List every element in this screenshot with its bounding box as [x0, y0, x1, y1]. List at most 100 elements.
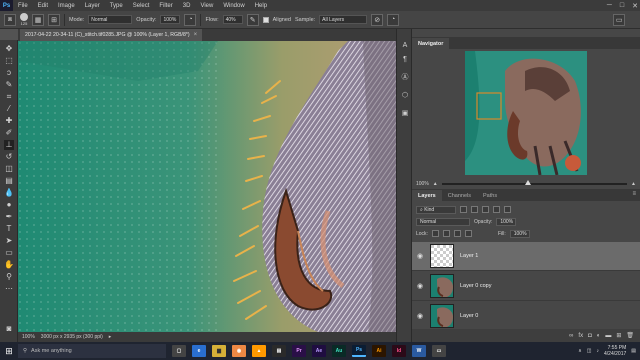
- pressure-size-icon[interactable]: ◔: [387, 13, 400, 26]
- photoshop-app[interactable]: Ps: [352, 345, 366, 357]
- menu-filter[interactable]: Filter: [154, 3, 177, 9]
- menu-file[interactable]: File: [13, 3, 33, 9]
- add-mask-icon[interactable]: ◘: [588, 333, 592, 339]
- indesign-app[interactable]: Id: [392, 345, 406, 357]
- edge-icon[interactable]: e: [192, 345, 206, 357]
- paragraph-icon[interactable]: ¶: [400, 55, 410, 65]
- status-arrow-icon[interactable]: ▸: [109, 334, 112, 340]
- quick-mask-icon[interactable]: ◙: [4, 324, 14, 334]
- menu-select[interactable]: Select: [128, 3, 155, 9]
- path-select-tool-icon[interactable]: ➤: [4, 236, 14, 246]
- zoom-slider-knob[interactable]: [525, 180, 532, 185]
- dodge-tool-icon[interactable]: ●: [4, 200, 14, 210]
- filter-adjustment-icon[interactable]: [471, 206, 478, 213]
- network-icon[interactable]: ◫: [587, 348, 592, 354]
- tab-layers[interactable]: Layers: [412, 190, 442, 201]
- menu-layer[interactable]: Layer: [80, 3, 105, 9]
- zoom-in-icon[interactable]: ▲: [631, 181, 636, 187]
- filter-smart-object-icon[interactable]: [504, 206, 511, 213]
- close-tab-icon[interactable]: ×: [194, 32, 198, 38]
- layer-style-icon[interactable]: fx: [578, 333, 583, 339]
- document-tab[interactable]: 2017-04-22 20-34-11 (C)_stitch.tif0285.J…: [20, 29, 203, 41]
- layer-row[interactable]: ◉ Layer 0 copy: [412, 272, 640, 301]
- eyedropper-tool-icon[interactable]: ⁄: [4, 104, 14, 114]
- menu-window[interactable]: Window: [218, 3, 249, 9]
- menu-image[interactable]: Image: [53, 3, 80, 9]
- hand-tool-icon[interactable]: ✋: [4, 260, 14, 270]
- clone-stamp-tool-icon[interactable]: ⊥: [4, 140, 14, 150]
- tab-navigator[interactable]: Navigator: [412, 38, 450, 49]
- menu-view[interactable]: View: [195, 3, 218, 9]
- task-view-icon[interactable]: ▢: [172, 345, 186, 357]
- history-brush-tool-icon[interactable]: ↺: [4, 152, 14, 162]
- canvas[interactable]: [18, 41, 396, 332]
- visibility-eye-icon[interactable]: ◉: [412, 312, 428, 320]
- shape-tool-icon[interactable]: ▭: [4, 248, 14, 258]
- healing-brush-tool-icon[interactable]: ✚: [4, 116, 14, 126]
- more-tools-icon[interactable]: ⋯: [4, 284, 14, 294]
- ignore-adjustment-layers-icon[interactable]: ⊘: [371, 13, 384, 26]
- close-icon[interactable]: ✕: [632, 2, 638, 10]
- lock-position-icon[interactable]: [453, 230, 461, 237]
- opacity-field[interactable]: 100%: [160, 15, 181, 24]
- notifications-icon[interactable]: ▤: [631, 348, 636, 354]
- status-zoom[interactable]: 100%: [22, 334, 35, 340]
- panel-menu-icon[interactable]: ≡: [632, 191, 636, 197]
- filter-shape-icon[interactable]: [493, 206, 500, 213]
- tab-paths[interactable]: Paths: [477, 190, 503, 201]
- brush-tool-icon[interactable]: ✐: [4, 128, 14, 138]
- aligned-checkbox[interactable]: [262, 16, 269, 23]
- menu-help[interactable]: Help: [250, 3, 272, 9]
- lasso-tool-icon[interactable]: ↄ: [4, 68, 14, 78]
- marquee-tool-icon[interactable]: ⬚: [4, 56, 14, 66]
- audition-app[interactable]: Au: [332, 345, 346, 357]
- lock-transparent-icon[interactable]: [431, 230, 439, 237]
- filter-pixel-icon[interactable]: [460, 206, 467, 213]
- pressure-opacity-icon[interactable]: ◔: [184, 13, 197, 26]
- move-tool-icon[interactable]: ✥: [4, 44, 14, 54]
- taskbar-search[interactable]: ⚲ Ask me anything: [18, 344, 166, 358]
- navigator-thumbnail[interactable]: [465, 51, 587, 175]
- eraser-tool-icon[interactable]: ◫: [4, 164, 14, 174]
- quick-select-tool-icon[interactable]: ✎: [4, 80, 14, 90]
- blur-tool-icon[interactable]: 💧: [4, 188, 14, 198]
- navigator-zoom-value[interactable]: 100%: [416, 181, 429, 187]
- layer-opacity-field[interactable]: 100%: [496, 217, 517, 226]
- type-tool-icon[interactable]: T: [4, 224, 14, 234]
- layer-row[interactable]: ◉ Layer 1: [412, 242, 640, 271]
- fill-field[interactable]: 100%: [509, 229, 530, 238]
- notes-app-icon[interactable]: ▭: [432, 345, 446, 357]
- kind-filter-select[interactable]: ⌕ Kind: [416, 205, 456, 214]
- delete-layer-icon[interactable]: 🗑: [626, 332, 634, 339]
- vlc-icon[interactable]: ▲: [252, 345, 266, 357]
- visibility-eye-icon[interactable]: ◉: [412, 282, 428, 290]
- tab-channels[interactable]: Channels: [442, 190, 477, 201]
- flow-field[interactable]: 40%: [222, 15, 243, 24]
- lock-pixels-icon[interactable]: [442, 230, 450, 237]
- sample-select[interactable]: All Layers: [319, 15, 368, 24]
- menu-edit[interactable]: Edit: [33, 3, 53, 9]
- new-layer-icon[interactable]: ⊞: [616, 332, 621, 339]
- link-layers-icon[interactable]: ∞: [569, 333, 573, 339]
- after-effects-app[interactable]: Ae: [312, 345, 326, 357]
- tray-arrow-icon[interactable]: ∧: [578, 348, 582, 354]
- illustrator-app[interactable]: Ai: [372, 345, 386, 357]
- taskbar-clock[interactable]: 7:55 PM 4/24/2017: [604, 345, 626, 357]
- 3d-panel-icon[interactable]: ⬡: [400, 91, 410, 101]
- menu-3d[interactable]: 3D: [178, 3, 196, 9]
- premiere-app[interactable]: Pr: [292, 345, 306, 357]
- new-group-icon[interactable]: ▬: [605, 333, 611, 339]
- mode-select[interactable]: Normal: [88, 15, 133, 24]
- navigator-zoom-slider[interactable]: [441, 180, 628, 185]
- glyphs-icon[interactable]: Ⓐ: [400, 73, 410, 83]
- file-explorer-icon[interactable]: ▆: [212, 345, 226, 357]
- maximize-icon[interactable]: □: [620, 2, 624, 9]
- clone-stamp-tool-icon[interactable]: ⧈: [4, 13, 16, 26]
- brush-panel-icon[interactable]: ▦: [32, 13, 44, 26]
- visibility-eye-icon[interactable]: ◉: [412, 252, 428, 260]
- zoom-out-icon[interactable]: ▲: [433, 181, 438, 187]
- history-icon[interactable]: ▣: [400, 109, 410, 119]
- minimize-icon[interactable]: ─: [607, 2, 612, 9]
- airbrush-icon[interactable]: ✎: [246, 13, 259, 26]
- adjustment-layer-icon[interactable]: ◐: [597, 333, 601, 339]
